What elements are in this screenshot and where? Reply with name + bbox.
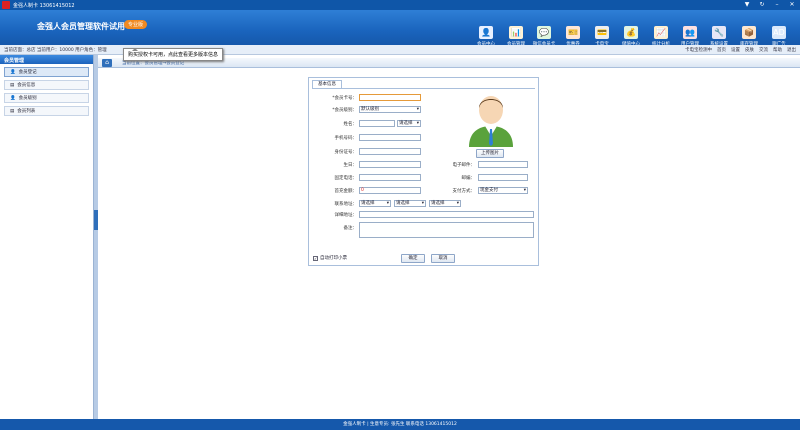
title-bar: 金强人制卡 13061415012 ▼ ↻ – ✕ — [0, 0, 800, 10]
amount-label: 首充金额： — [334, 189, 358, 194]
print-receipt-checkbox[interactable]: ✓ — [313, 255, 318, 261]
detail-address-label: 详细地址： — [334, 213, 358, 218]
member-center-icon: 👤 — [479, 26, 493, 39]
nav-member-manage[interactable]: 📊会员管理 — [503, 26, 529, 47]
name-input[interactable] — [359, 120, 395, 127]
level-label: *会员级别： — [332, 108, 357, 113]
menu-icon[interactable]: ▼ — [742, 1, 752, 9]
home-icon[interactable]: ⌂ — [102, 59, 112, 67]
sidebar-item-label: 会员列表 — [17, 109, 36, 114]
card-device-status-link[interactable]: 卡电宝检测中 — [685, 47, 712, 53]
zip-input[interactable] — [478, 174, 528, 181]
name-label: 姓名： — [343, 122, 358, 127]
phone-label: 手机号码： — [334, 136, 358, 141]
birthday-label: 生日： — [343, 163, 358, 168]
sidebar-header[interactable]: 会员管理 — [0, 55, 93, 64]
upload-photo-button[interactable]: 上传图片 — [476, 149, 504, 158]
nav-ad[interactable]: AD聊广告 — [766, 26, 792, 47]
refresh-icon[interactable]: ↻ — [757, 1, 767, 9]
footer: 金强人制卡 | 生意专员: 张先生 联系电话 13061415012 — [0, 419, 800, 430]
user-manage-icon: 👥 — [683, 26, 697, 39]
settings-link[interactable]: 设置 — [731, 47, 740, 53]
sidebar-splitter[interactable] — [94, 55, 98, 420]
sidebar-item-label: 会员登记 — [18, 70, 37, 75]
register-form-panel: 基本信息 *会员卡号： *会员级别： 默认级别 姓名： 请选择 手机号码： 身份… — [308, 77, 539, 266]
cancel-button[interactable]: 取消 — [431, 254, 455, 263]
province-select[interactable]: 请选择 — [359, 200, 391, 207]
city-select[interactable]: 请选择 — [394, 200, 426, 207]
phone-input[interactable] — [359, 134, 421, 141]
sidebar-item-member-level[interactable]: 👤 会员级别 — [4, 93, 89, 103]
nav-wechat[interactable]: 💬微信会员卡 — [531, 26, 557, 47]
sidebar-item-member-info[interactable]: ▤ 会员信息 — [4, 80, 89, 90]
remark-label: 备注： — [343, 226, 358, 231]
amount-input[interactable]: 0 — [359, 187, 421, 194]
sidebar: 会员管理 👤 会员登记 ▤ 会员信息 👤 会员级别 ▤ 会员列表 — [0, 55, 94, 420]
exit-link[interactable]: 退出 — [787, 47, 796, 53]
zip-label: 邮编： — [461, 176, 476, 181]
card-no-label: *会员卡号： — [332, 96, 357, 101]
nav-inventory[interactable]: 📦库存管理 — [736, 26, 762, 47]
member-list-icon: ▤ — [10, 108, 15, 114]
sidebar-item-member-register[interactable]: 👤 会员登记 — [4, 67, 89, 77]
collapse-handle[interactable] — [94, 210, 98, 230]
member-register-icon: 👤 — [10, 69, 16, 75]
stored-value-icon: 💰 — [624, 26, 638, 39]
info-bar: 当前店面：总店 当前用户：10000 用户角色：管理 卡电宝检测中 首页 设置 … — [0, 45, 800, 55]
close-button[interactable]: ✕ — [787, 1, 797, 9]
idcard-label: 身份证号： — [334, 150, 358, 155]
nav-statistics[interactable]: 📈统计分析 — [648, 26, 674, 47]
sidebar-item-member-list[interactable]: ▤ 会员列表 — [4, 106, 89, 116]
nav-member-center[interactable]: 👤会员中心 — [473, 26, 499, 47]
print-receipt-label: 自动打印小票 — [320, 256, 347, 261]
district-select[interactable]: 请选择 — [429, 200, 461, 207]
avatar — [465, 92, 517, 147]
app-logo — [2, 1, 10, 9]
landline-label: 固定电话： — [334, 176, 358, 181]
remark-textarea[interactable] — [359, 222, 534, 238]
gender-select[interactable]: 请选择 — [397, 120, 421, 127]
skin-link[interactable]: 皮肤 — [745, 47, 754, 53]
email-input[interactable] — [478, 161, 528, 168]
app-header: 金强人会员管理软件试用 专业版 购买授权卡可用，点此查看更多版本信息 👤会员中心… — [0, 10, 800, 61]
help-link[interactable]: 帮助 — [773, 47, 782, 53]
app-title: 金强人会员管理软件试用 — [37, 22, 125, 31]
statistics-icon: 📈 — [654, 26, 668, 39]
upgrade-tooltip[interactable]: 购买授权卡可用，点此查看更多版本信息 — [123, 48, 224, 61]
pay-label: 支付方式： — [452, 189, 476, 194]
birthday-input[interactable] — [359, 161, 421, 168]
address-label: 联系地址： — [334, 202, 358, 207]
coupon-icon: 🎫 — [566, 26, 580, 39]
member-level-icon: 👤 — [10, 95, 16, 101]
pay-select[interactable]: 现金支付 — [478, 187, 528, 194]
confirm-button[interactable]: 确定 — [401, 254, 425, 263]
edition-badge[interactable]: 专业版 — [124, 20, 148, 29]
card-device-icon: 💳 — [595, 26, 609, 39]
member-manage-icon: 📊 — [509, 26, 523, 39]
idcard-input[interactable] — [359, 148, 421, 155]
wechat-icon: 💬 — [537, 26, 551, 39]
print-receipt-option[interactable]: ✓ 自动打印小票 — [313, 255, 347, 261]
window-title: 金强人制卡 13061415012 — [13, 3, 75, 9]
email-label: 电子邮件： — [452, 163, 476, 168]
nav-stored-value[interactable]: 💰储值中心 — [618, 26, 644, 47]
nav-user-manage[interactable]: 👥用户管理 — [677, 26, 703, 47]
nav-coupon[interactable]: 🎫优惠券 — [560, 26, 586, 47]
minimize-button[interactable]: – — [772, 1, 782, 9]
member-info-icon: ▤ — [10, 82, 15, 88]
detail-address-input[interactable] — [359, 211, 534, 218]
nav-settings[interactable]: 🔧系统设置 — [706, 26, 732, 47]
store-user-info: 当前店面：总店 当前用户：10000 用户角色：管理 — [4, 48, 107, 53]
landline-input[interactable] — [359, 174, 421, 181]
level-select[interactable]: 默认级别 — [359, 106, 421, 113]
home-link[interactable]: 首页 — [717, 47, 726, 53]
sidebar-item-label: 会员级别 — [18, 96, 37, 101]
settings-icon: 🔧 — [712, 26, 726, 39]
ad-icon: AD — [772, 26, 786, 39]
card-no-input[interactable] — [359, 94, 421, 101]
chat-link[interactable]: 交流 — [759, 47, 768, 53]
inventory-icon: 📦 — [742, 26, 756, 39]
nav-card-device[interactable]: 💳卡电宝 — [589, 26, 615, 47]
sidebar-item-label: 会员信息 — [17, 83, 36, 88]
